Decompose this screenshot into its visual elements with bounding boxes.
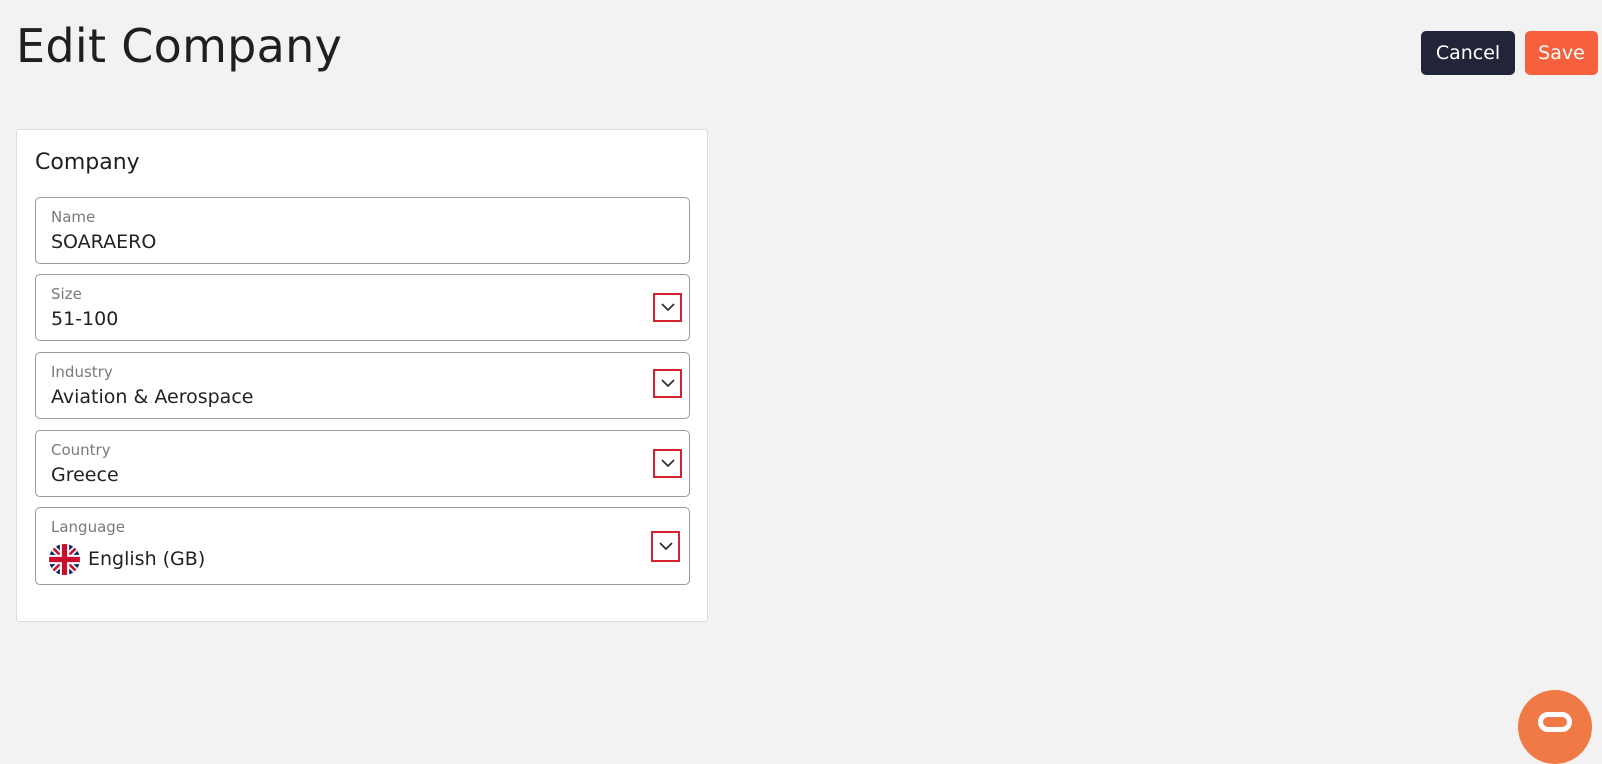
size-select[interactable]: Size 51-100 [35,274,690,341]
chevron-down-icon[interactable] [653,449,682,478]
name-field[interactable]: Name SOARAERO [35,197,690,264]
chevron-down-icon[interactable] [653,369,682,398]
country-label: Country [51,441,111,459]
card-title: Company [35,150,140,175]
name-label: Name [51,208,96,226]
save-button[interactable]: Save [1525,31,1598,75]
chat-icon[interactable] [1518,690,1592,764]
chevron-down-icon[interactable] [653,293,682,322]
size-value: 51-100 [51,308,119,330]
page-title: Edit Company [16,19,343,73]
chat-icon-glyph [1538,712,1572,732]
language-select[interactable]: Language English (GB) [35,507,690,585]
industry-select[interactable]: Industry Aviation & Aerospace [35,352,690,419]
cancel-button[interactable]: Cancel [1421,31,1515,75]
company-card: Company Name SOARAERO Size 51-100 Indust… [16,129,708,622]
size-label: Size [51,285,82,303]
country-select[interactable]: Country Greece [35,430,690,497]
name-value[interactable]: SOARAERO [51,230,156,254]
language-value: English (GB) [88,548,206,570]
language-label: Language [51,518,126,536]
uk-flag-icon [49,544,80,575]
chevron-down-icon[interactable] [651,531,680,562]
country-value: Greece [51,464,119,486]
industry-label: Industry [51,363,113,381]
industry-value: Aviation & Aerospace [51,386,254,408]
